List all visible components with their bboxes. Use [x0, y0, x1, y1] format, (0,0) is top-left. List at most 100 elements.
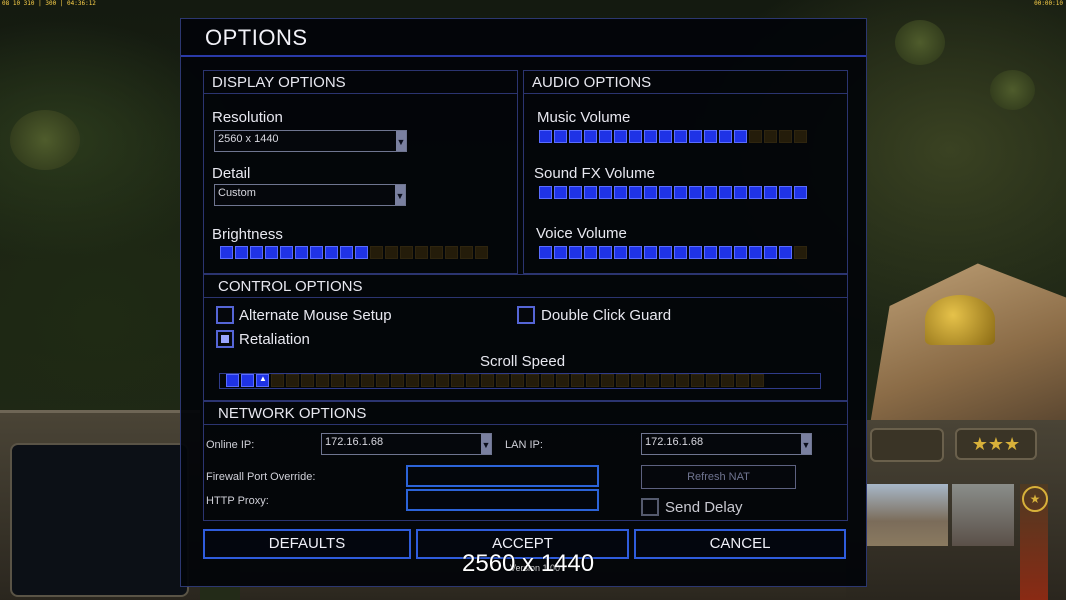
scroll-speed-segment[interactable]	[571, 374, 584, 387]
voice-volume-segment[interactable]	[659, 246, 672, 259]
voice-volume-slider[interactable]	[539, 246, 807, 259]
sfx-volume-segment[interactable]	[764, 186, 777, 199]
brightness-segment[interactable]	[370, 246, 383, 259]
chevron-down-icon[interactable]: ▼	[395, 185, 405, 205]
scroll-speed-segment[interactable]	[616, 374, 629, 387]
brightness-segment[interactable]	[235, 246, 248, 259]
chevron-down-icon[interactable]: ▼	[481, 434, 491, 454]
music-volume-segment[interactable]	[689, 130, 702, 143]
brightness-segment[interactable]	[400, 246, 413, 259]
sfx-volume-segment[interactable]	[689, 186, 702, 199]
brightness-segment[interactable]	[385, 246, 398, 259]
sfx-volume-segment[interactable]	[779, 186, 792, 199]
alternate-mouse-checkbox[interactable]	[216, 306, 234, 324]
double-click-guard-checkbox[interactable]	[517, 306, 535, 324]
sfx-volume-segment[interactable]	[614, 186, 627, 199]
scroll-speed-segment[interactable]	[736, 374, 749, 387]
retaliation-checkbox[interactable]	[216, 330, 234, 348]
voice-volume-segment[interactable]	[644, 246, 657, 259]
brightness-segment[interactable]	[265, 246, 278, 259]
voice-volume-segment[interactable]	[794, 246, 807, 259]
scroll-speed-segment[interactable]	[646, 374, 659, 387]
sfx-volume-segment[interactable]	[629, 186, 642, 199]
scroll-speed-segment[interactable]	[556, 374, 569, 387]
scroll-speed-segment[interactable]	[691, 374, 704, 387]
brightness-segment[interactable]	[220, 246, 233, 259]
scroll-speed-segment[interactable]	[361, 374, 374, 387]
online-ip-dropdown[interactable]: 172.16.1.68 ▼	[321, 433, 492, 455]
sfx-volume-segment[interactable]	[704, 186, 717, 199]
scroll-speed-segment[interactable]	[751, 374, 764, 387]
sfx-volume-segment[interactable]	[719, 186, 732, 199]
sfx-volume-segment[interactable]	[734, 186, 747, 199]
music-volume-segment[interactable]	[719, 130, 732, 143]
scroll-speed-segment[interactable]: ▲	[256, 374, 269, 387]
scroll-speed-slider[interactable]: ▲	[226, 374, 764, 387]
scroll-speed-segment[interactable]	[421, 374, 434, 387]
http-proxy-input[interactable]	[406, 489, 599, 511]
sfx-volume-segment[interactable]	[659, 186, 672, 199]
voice-volume-segment[interactable]	[614, 246, 627, 259]
music-volume-segment[interactable]	[734, 130, 747, 143]
hud-rank-stars[interactable]: ★★★	[955, 428, 1037, 460]
brightness-segment[interactable]	[415, 246, 428, 259]
sfx-volume-slider[interactable]	[539, 186, 807, 199]
refresh-nat-button[interactable]: Refresh NAT	[641, 465, 796, 489]
voice-volume-segment[interactable]	[629, 246, 642, 259]
brightness-segment[interactable]	[310, 246, 323, 259]
brightness-segment[interactable]	[430, 246, 443, 259]
scroll-speed-segment[interactable]	[331, 374, 344, 387]
brightness-segment[interactable]	[280, 246, 293, 259]
music-volume-segment[interactable]	[554, 130, 567, 143]
scroll-speed-segment[interactable]	[601, 374, 614, 387]
music-volume-segment[interactable]	[599, 130, 612, 143]
scroll-speed-segment[interactable]	[451, 374, 464, 387]
alternate-mouse-label[interactable]: Alternate Mouse Setup	[239, 307, 392, 324]
detail-dropdown[interactable]: Custom ▼	[214, 184, 406, 206]
music-volume-segment[interactable]	[584, 130, 597, 143]
voice-volume-segment[interactable]	[569, 246, 582, 259]
send-delay-label[interactable]: Send Delay	[665, 499, 743, 516]
voice-volume-segment[interactable]	[764, 246, 777, 259]
scroll-speed-segment[interactable]	[526, 374, 539, 387]
firewall-port-input[interactable]	[406, 465, 599, 487]
scroll-speed-segment[interactable]	[316, 374, 329, 387]
scroll-speed-segment[interactable]	[481, 374, 494, 387]
voice-volume-segment[interactable]	[734, 246, 747, 259]
voice-volume-segment[interactable]	[554, 246, 567, 259]
music-volume-segment[interactable]	[614, 130, 627, 143]
brightness-segment[interactable]	[325, 246, 338, 259]
sfx-volume-segment[interactable]	[644, 186, 657, 199]
scroll-speed-segment[interactable]	[631, 374, 644, 387]
brightness-segment[interactable]	[340, 246, 353, 259]
scroll-speed-segment[interactable]	[586, 374, 599, 387]
scroll-speed-segment[interactable]	[406, 374, 419, 387]
slider-thumb-icon[interactable]: ▲	[259, 374, 267, 383]
music-volume-segment[interactable]	[704, 130, 717, 143]
scroll-speed-segment[interactable]	[661, 374, 674, 387]
sfx-volume-segment[interactable]	[539, 186, 552, 199]
sfx-volume-segment[interactable]	[674, 186, 687, 199]
scroll-speed-segment[interactable]	[541, 374, 554, 387]
music-volume-segment[interactable]	[644, 130, 657, 143]
send-delay-checkbox[interactable]	[641, 498, 659, 516]
brightness-segment[interactable]	[445, 246, 458, 259]
scroll-speed-segment[interactable]	[241, 374, 254, 387]
brightness-segment[interactable]	[475, 246, 488, 259]
scroll-speed-segment[interactable]	[286, 374, 299, 387]
music-volume-segment[interactable]	[659, 130, 672, 143]
scroll-speed-segment[interactable]	[436, 374, 449, 387]
voice-volume-segment[interactable]	[749, 246, 762, 259]
scroll-speed-segment[interactable]	[376, 374, 389, 387]
voice-volume-segment[interactable]	[704, 246, 717, 259]
voice-volume-segment[interactable]	[719, 246, 732, 259]
scroll-speed-segment[interactable]	[271, 374, 284, 387]
brightness-segment[interactable]	[295, 246, 308, 259]
sfx-volume-segment[interactable]	[749, 186, 762, 199]
music-volume-segment[interactable]	[569, 130, 582, 143]
resolution-dropdown[interactable]: 2560 x 1440 ▼	[214, 130, 407, 152]
brightness-segment[interactable]	[460, 246, 473, 259]
music-volume-segment[interactable]	[539, 130, 552, 143]
music-volume-segment[interactable]	[629, 130, 642, 143]
scroll-speed-segment[interactable]	[496, 374, 509, 387]
